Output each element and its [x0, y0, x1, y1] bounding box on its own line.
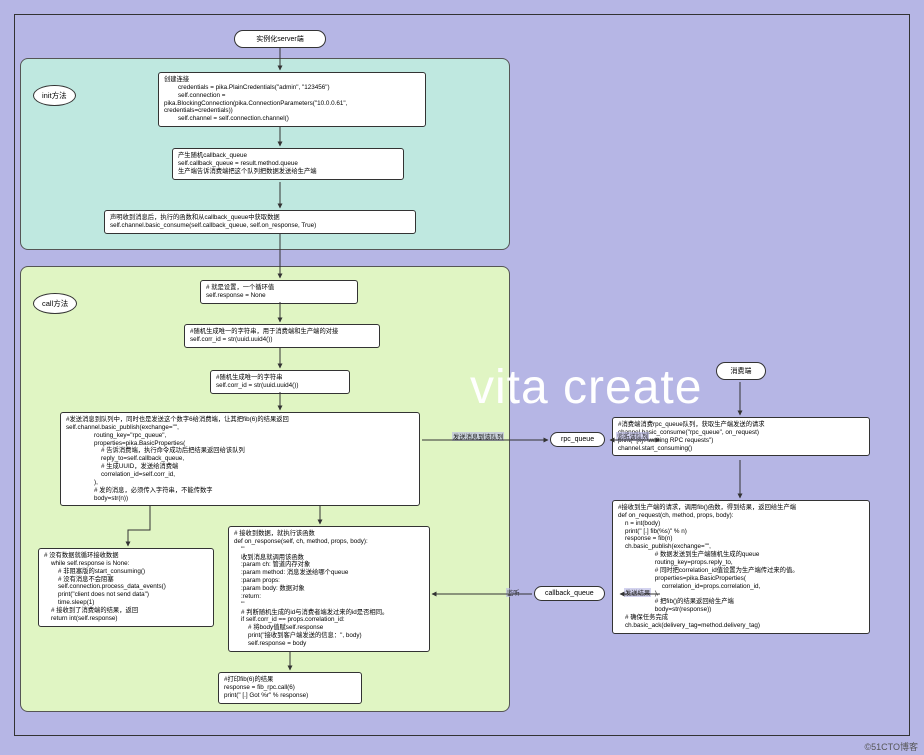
call-uuid-1: #随机生成唯一的字符串，用于消费端和生产端的对接 self.corr_id = … [184, 324, 380, 348]
init-callback-queue: 产生随机callback_queue self.callback_queue =… [172, 148, 404, 180]
call-on-response: # 接收到数据，就执行该函数 def on_response(self, ch,… [228, 526, 430, 652]
rpc-queue-pill: rpc_queue [550, 432, 605, 447]
call-uuid-2: #随机生成唯一的字符串 self.corr_id = str(uuid.uuid… [210, 370, 350, 394]
group-call-label: call方法 [33, 293, 77, 314]
server-instance-pill: 实例化server端 [234, 30, 326, 48]
call-while-loop: # 没有数据就循环接收数据 while self.response is Non… [38, 548, 214, 627]
call-print-result: #打印fib(6)的结果 response = fib_rpc.call(6) … [218, 672, 362, 704]
init-create-connection: 创建连接 credentials = pika.PlainCredentials… [158, 72, 426, 127]
consumer-on-request: #接收到生产端的请求，调用fib()函数，得到结果，返回给生产端 def on_… [612, 500, 870, 634]
copyright-text: ©51CTO博客 [865, 740, 918, 753]
edge-send-cb: 发送结果 [624, 588, 651, 597]
callback-queue-pill: callback_queue [534, 586, 605, 601]
init-basic-consume: 声明收到消息后，执行的函数和从callback_queue中获取数据 self.… [104, 210, 416, 234]
consumer-basic-consume: #消费端消费rpc_queue队列，获取生产端发送的请求 channel.bas… [612, 417, 870, 456]
call-response-none: # 就是设置，一个循环值 self.response = None [200, 280, 358, 304]
edge-send-rpc: 发送消息到该队列 [452, 432, 504, 441]
call-basic-publish: #发送消息到队列中，同时也是发送这个数字6给消费端，让其把fib(6)的结果返回… [60, 412, 420, 506]
edge-listen-cb: 监听 [506, 588, 521, 597]
edge-recv-rpc: 监听该队列 [616, 432, 649, 441]
consumer-pill: 消费端 [716, 362, 766, 380]
group-init-label: init方法 [33, 85, 76, 106]
